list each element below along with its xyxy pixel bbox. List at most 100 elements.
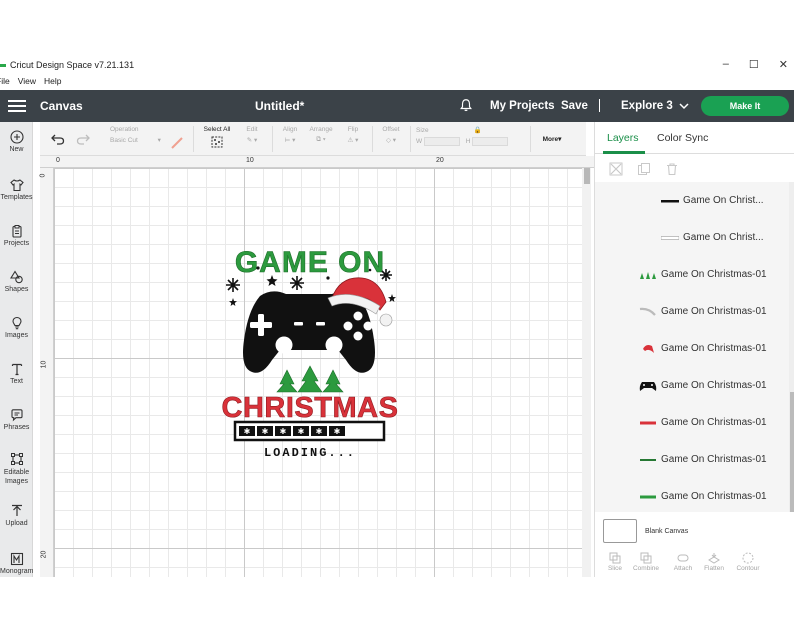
- canvas-vertical-scrollbar[interactable]: [582, 168, 591, 577]
- width-input[interactable]: [423, 137, 460, 146]
- toolbar-divider: [272, 126, 273, 152]
- svg-text:✱: ✱: [334, 427, 341, 436]
- menu-help[interactable]: Help: [44, 76, 61, 89]
- layer-item[interactable]: Game On Christmas-01: [595, 441, 789, 478]
- layer-name: Game On Christmas-01: [661, 454, 767, 465]
- lock-icon: 🔒: [473, 127, 482, 134]
- design-title-line1: GAME ON: [235, 246, 385, 279]
- layer-name: Game On Christmas-01: [661, 417, 767, 428]
- blank-canvas-row[interactable]: Blank Canvas: [595, 514, 794, 548]
- layer-thumbnail: [661, 235, 679, 241]
- select-all-icon: [211, 136, 223, 148]
- height-input[interactable]: [472, 137, 509, 146]
- combine-button[interactable]: Combine: [631, 552, 661, 572]
- tool-shapes[interactable]: Shapes: [0, 270, 33, 293]
- shirt-icon: [9, 179, 24, 192]
- tool-label: Monogram: [0, 568, 34, 575]
- layer-name: Game On Christmas-01: [661, 491, 767, 502]
- tool-phrases[interactable]: Phrases: [0, 408, 33, 431]
- align-icon: ⊨ ▾: [284, 137, 296, 144]
- tab-layers[interactable]: Layers: [607, 132, 639, 144]
- select-all-button[interactable]: Select All: [200, 126, 234, 150]
- align-button[interactable]: Align ⊨ ▾: [278, 126, 302, 144]
- select-all-label: Select All: [203, 126, 231, 133]
- tool-templates[interactable]: Templates: [0, 178, 33, 201]
- edit-button[interactable]: Edit ✎ ▾: [240, 126, 264, 144]
- close-button[interactable]: ✕: [779, 58, 788, 71]
- bell-icon[interactable]: [459, 98, 473, 112]
- undo-icon[interactable]: [51, 133, 65, 145]
- tool-projects[interactable]: Projects: [0, 224, 33, 247]
- pen-color-icon[interactable]: [170, 137, 184, 149]
- clipboard-icon: [11, 225, 22, 238]
- arrange-button[interactable]: Arrange ⧉ ▾: [306, 126, 336, 144]
- tab-color-sync[interactable]: Color Sync: [657, 132, 708, 144]
- canvas-color-swatch[interactable]: [603, 519, 637, 543]
- hamburger-menu-icon[interactable]: [8, 100, 26, 112]
- layer-item[interactable]: Game On Christmas-01: [595, 293, 789, 330]
- tool-editable-images[interactable]: Editable Images: [0, 452, 33, 486]
- minimize-button[interactable]: –: [723, 58, 729, 71]
- tool-label: Templates: [0, 194, 33, 201]
- ruler-top: 0 10 20: [40, 156, 594, 168]
- layer-item[interactable]: Game On Christmas-01: [595, 367, 789, 404]
- tool-label: Text: [10, 378, 23, 385]
- menu-bar: File View Help: [0, 76, 61, 89]
- layer-item[interactable]: Game On Christmas-01: [595, 330, 789, 367]
- machine-selector[interactable]: Explore 3: [621, 100, 689, 112]
- ruler-label: 10: [40, 360, 48, 369]
- tool-label: Phrases: [3, 424, 30, 431]
- attach-button[interactable]: Attach: [671, 552, 695, 572]
- more-button[interactable]: More▾: [537, 135, 567, 143]
- group-icon[interactable]: [609, 162, 623, 176]
- layer-name: Game On Christ...: [683, 195, 764, 206]
- app-logo-icon: [0, 63, 6, 67]
- layer-item[interactable]: Game On Christmas-01: [595, 404, 789, 441]
- nav-separator: [599, 99, 600, 112]
- tool-upload[interactable]: Upload: [0, 504, 33, 527]
- size-label: Size 🔒: [416, 127, 482, 134]
- flip-button[interactable]: Flip ⚠ ▾: [341, 126, 365, 144]
- design-artwork[interactable]: GAME ON CHRISTMAS ✱ ✱ ✱ ✱ ✱ ✱ LOADING...: [220, 240, 400, 462]
- flatten-icon: [708, 553, 720, 564]
- save-button[interactable]: Save: [561, 100, 588, 112]
- layer-item[interactable]: Game On Christ...: [595, 219, 789, 256]
- scrollbar-thumb[interactable]: [790, 392, 794, 512]
- document-title[interactable]: Untitled*: [255, 99, 304, 113]
- tool-new[interactable]: New: [0, 130, 33, 153]
- contour-button[interactable]: Contour: [733, 552, 763, 572]
- trash-icon[interactable]: [665, 162, 679, 176]
- redo-icon[interactable]: [76, 133, 90, 145]
- chevron-down-icon: ▾: [157, 137, 161, 144]
- layer-item[interactable]: Game On Christ...: [595, 182, 789, 219]
- layer-thumbnail: [661, 198, 679, 204]
- menu-file[interactable]: File: [0, 76, 10, 89]
- tool-label: Projects: [3, 240, 30, 247]
- flatten-button[interactable]: Flatten: [701, 552, 727, 572]
- layer-item[interactable]: Game On Christmas-01: [595, 478, 789, 512]
- my-projects-link[interactable]: My Projects: [490, 100, 555, 112]
- slice-button[interactable]: Slice: [605, 552, 625, 572]
- speech-bubble-icon: [10, 409, 23, 422]
- tool-text[interactable]: Text: [0, 362, 33, 385]
- nav-section-title: Canvas: [40, 99, 83, 113]
- make-it-button[interactable]: Make It: [701, 96, 789, 116]
- operation-label: Operation: [110, 126, 139, 133]
- duplicate-icon[interactable]: [637, 162, 651, 176]
- ruler-label: 20: [436, 157, 444, 164]
- tool-monogram[interactable]: Monogram: [0, 552, 33, 575]
- layers-scrollbar[interactable]: [789, 182, 794, 512]
- christmas-tree-icon: [276, 365, 344, 393]
- tool-label: Shapes: [4, 286, 29, 293]
- layer-name: Game On Christmas-01: [661, 269, 767, 280]
- offset-button[interactable]: Offset ◇ ▾: [377, 126, 405, 144]
- svg-text:✱: ✱: [298, 427, 305, 436]
- tool-images[interactable]: Images: [0, 316, 33, 339]
- maximize-button[interactable]: ☐: [749, 58, 759, 71]
- loading-bar: ✱ ✱ ✱ ✱ ✱ ✱: [233, 420, 386, 442]
- scrollbar-thumb[interactable]: [584, 168, 590, 184]
- layer-item[interactable]: Game On Christmas-01: [595, 256, 789, 293]
- size-control: Size 🔒 W H: [416, 126, 526, 146]
- menu-view[interactable]: View: [18, 76, 36, 89]
- align-label: Align: [282, 126, 298, 133]
